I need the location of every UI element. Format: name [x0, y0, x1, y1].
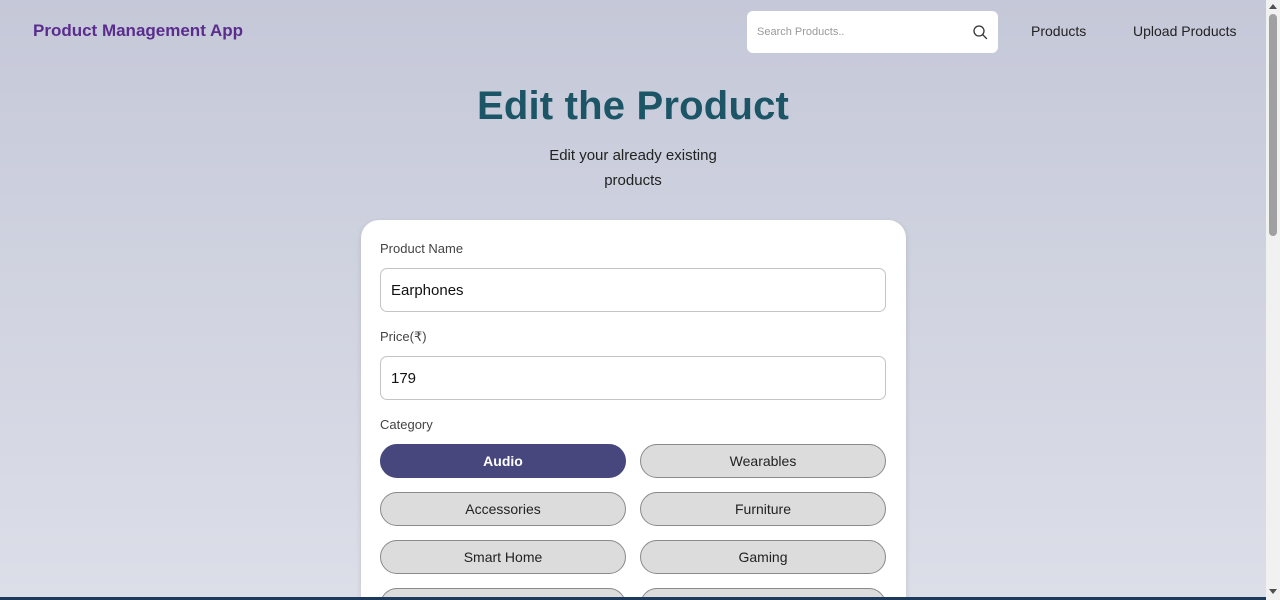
edit-product-form: Product Name Price(₹) Category Audio Wea…: [361, 220, 906, 600]
page-scrollbar[interactable]: [1266, 0, 1280, 600]
category-button-gaming[interactable]: Gaming: [640, 540, 886, 574]
category-button-smart-home[interactable]: Smart Home: [380, 540, 626, 574]
category-label: Category: [380, 417, 433, 432]
category-button-furniture[interactable]: Furniture: [640, 492, 886, 526]
scroll-down-arrow-icon[interactable]: [1269, 589, 1277, 594]
navbar: Product Management App Products Upload P…: [0, 0, 1266, 64]
category-button-audio[interactable]: Audio: [380, 444, 626, 478]
page-subtitle: Edit your already existing products: [549, 147, 717, 189]
price-label: Price(₹): [380, 329, 427, 344]
search-icon[interactable]: [972, 24, 988, 40]
price-input[interactable]: [380, 356, 886, 400]
category-button-accessories[interactable]: Accessories: [380, 492, 626, 526]
scroll-up-arrow-icon[interactable]: [1269, 4, 1277, 9]
product-name-label: Product Name: [380, 241, 464, 256]
product-name-input[interactable]: [380, 268, 886, 312]
page-title: Edit the Product: [476, 84, 790, 128]
category-button-wearables[interactable]: Wearables: [640, 444, 886, 478]
brand-title[interactable]: Product Management App: [33, 21, 243, 41]
scrollbar-thumb[interactable]: [1269, 14, 1277, 236]
nav-link-upload-products[interactable]: Upload Products: [1133, 23, 1237, 39]
search-input[interactable]: [757, 26, 972, 38]
category-options: Audio Wearables Accessories Furniture Sm…: [380, 444, 886, 600]
nav-link-products[interactable]: Products: [1031, 23, 1086, 39]
search-box[interactable]: [747, 11, 998, 53]
